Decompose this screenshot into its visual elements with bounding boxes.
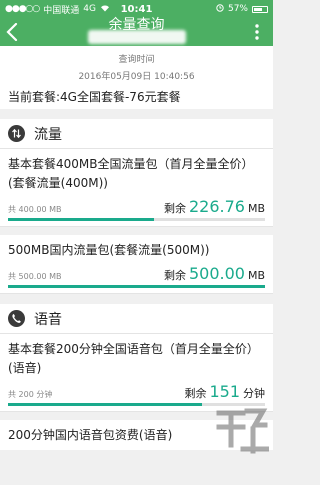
list-item: 基本套餐200分钟全国语音包（首月全量全价）(语音) 共 200 分钟 剩余 1…: [0, 334, 273, 412]
progress-fill: [8, 403, 203, 406]
section-data-title: 流量: [34, 126, 62, 143]
progress-fill: [8, 218, 154, 221]
remain-value: 500.00: [188, 264, 245, 283]
list-item: 基本套餐400MB全国流量包（首月全量全价）(套餐流量(400M)) 共 400…: [0, 149, 273, 227]
divider: [0, 227, 273, 235]
battery-icon: [252, 5, 268, 13]
watermark-logo-icon: [216, 408, 269, 454]
remain-label: 剩余: [184, 387, 207, 400]
status-time: 10:41: [120, 3, 153, 15]
obscured-area: [88, 30, 186, 44]
remain-value: 151: [209, 382, 240, 401]
query-time-value: 2016年05月09日 10:40:56: [78, 72, 195, 82]
remain-value: 226.76: [188, 197, 245, 216]
usage-progress-bar: [8, 285, 265, 288]
package-total: 共 400.00 MB: [8, 205, 62, 214]
remain-unit: MB: [247, 202, 265, 215]
query-info: 查询时间 2016年05月09日 10:40:56 当前套餐:4G全国套餐-76…: [0, 46, 273, 109]
remain-unit: 分钟: [243, 387, 265, 400]
package-total: 共 200 分钟: [8, 390, 53, 399]
package-remaining: 剩余 226.76 MB: [164, 197, 265, 216]
section-voice: 语音: [0, 304, 273, 334]
remain-label: 剩余: [163, 269, 186, 282]
query-time-label: 查询时间: [118, 55, 155, 65]
usage-progress-bar: [8, 218, 265, 221]
package-remaining: 剩余 500.00 MB: [164, 264, 265, 283]
section-voice-title: 语音: [34, 311, 62, 328]
current-plan: 当前套餐:4G全国套餐-76元套餐: [8, 90, 181, 104]
package-name: 基本套餐400MB全国流量包（首月全量全价）(套餐流量(400M)): [8, 157, 254, 190]
phone-icon: [8, 310, 25, 327]
package-remaining: 剩余 151 分钟: [184, 382, 265, 401]
progress-fill: [8, 285, 265, 288]
remain-label: 剩余: [163, 202, 186, 215]
data-transfer-icon: [8, 125, 25, 142]
section-data: 流量: [0, 119, 273, 149]
package-name: 500MB国内流量包(套餐流量(500M)): [8, 243, 210, 257]
package-name: 基本套餐200分钟全国语音包（首月全量全价）(语音): [8, 342, 259, 375]
list-item: 500MB国内流量包(套餐流量(500M)) 共 500.00 MB 剩余 50…: [0, 235, 273, 294]
package-total: 共 500.00 MB: [8, 272, 62, 281]
remain-unit: MB: [247, 269, 265, 282]
